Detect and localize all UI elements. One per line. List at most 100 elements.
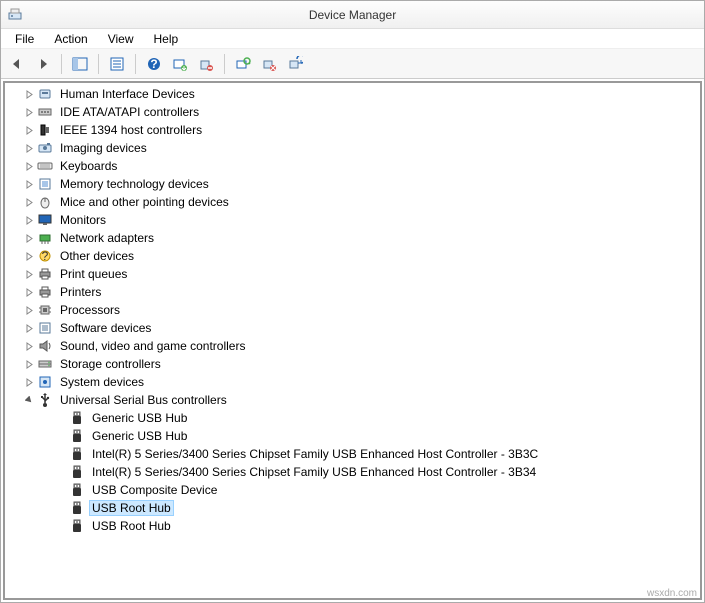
tree-device[interactable]: USB Root Hub xyxy=(5,499,700,517)
tree-device[interactable]: Intel(R) 5 Series/3400 Series Chipset Fa… xyxy=(5,445,700,463)
tree-label: USB Root Hub xyxy=(89,518,174,534)
tree-category[interactable]: IEEE 1394 host controllers xyxy=(5,121,700,139)
device-category-icon xyxy=(37,158,53,174)
tree-category[interactable]: Imaging devices xyxy=(5,139,700,157)
tree-label: Monitors xyxy=(57,212,109,228)
tree-category[interactable]: Mice and other pointing devices xyxy=(5,193,700,211)
spacer xyxy=(55,484,67,496)
menubar: File Action View Help xyxy=(1,29,704,49)
separator xyxy=(98,54,99,74)
collapse-icon[interactable] xyxy=(23,394,35,406)
device-category-icon xyxy=(37,338,53,354)
back-button[interactable] xyxy=(5,52,29,76)
tree-label: Universal Serial Bus controllers xyxy=(57,392,230,408)
expand-icon[interactable] xyxy=(23,250,35,262)
expand-icon[interactable] xyxy=(23,160,35,172)
expand-icon[interactable] xyxy=(23,178,35,190)
tree-label: Generic USB Hub xyxy=(89,428,190,444)
tree-label: Print queues xyxy=(57,266,130,282)
tree-label: Generic USB Hub xyxy=(89,410,190,426)
tree-category[interactable]: Keyboards xyxy=(5,157,700,175)
show-hide-tree-button[interactable] xyxy=(68,52,92,76)
update-driver-button[interactable] xyxy=(168,52,192,76)
tree-label: Software devices xyxy=(57,320,154,336)
tree-label: IEEE 1394 host controllers xyxy=(57,122,205,138)
expand-icon[interactable] xyxy=(23,340,35,352)
menu-action[interactable]: Action xyxy=(44,30,97,48)
tree-category[interactable]: Sound, video and game controllers xyxy=(5,337,700,355)
tree-category[interactable]: Memory technology devices xyxy=(5,175,700,193)
tree-category[interactable]: ?Other devices xyxy=(5,247,700,265)
tree-category[interactable]: Printers xyxy=(5,283,700,301)
tree-category[interactable]: Human Interface Devices xyxy=(5,85,700,103)
spacer xyxy=(55,430,67,442)
uninstall-button[interactable] xyxy=(194,52,218,76)
menu-view[interactable]: View xyxy=(98,30,144,48)
tree-device[interactable]: USB Root Hub xyxy=(5,517,700,535)
titlebar: Device Manager xyxy=(1,1,704,29)
tree-device[interactable]: Intel(R) 5 Series/3400 Series Chipset Fa… xyxy=(5,463,700,481)
expand-icon[interactable] xyxy=(23,106,35,118)
expand-icon[interactable] xyxy=(23,88,35,100)
expand-icon[interactable] xyxy=(23,358,35,370)
window-title: Device Manager xyxy=(1,8,704,22)
menu-help[interactable]: Help xyxy=(144,30,189,48)
tree-device[interactable]: Generic USB Hub xyxy=(5,409,700,427)
add-legacy-button[interactable] xyxy=(283,52,307,76)
tree-category[interactable]: Processors xyxy=(5,301,700,319)
tree-category-usb[interactable]: Universal Serial Bus controllers xyxy=(5,391,700,409)
usb-device-icon xyxy=(69,464,85,480)
expand-icon[interactable] xyxy=(23,304,35,316)
device-category-icon xyxy=(37,374,53,390)
spacer xyxy=(55,520,67,532)
tree-category[interactable]: Software devices xyxy=(5,319,700,337)
properties-button[interactable] xyxy=(105,52,129,76)
device-category-icon: ? xyxy=(37,248,53,264)
tree-label: Storage controllers xyxy=(57,356,164,372)
tree-device[interactable]: USB Composite Device xyxy=(5,481,700,499)
forward-button[interactable] xyxy=(31,52,55,76)
usb-device-icon xyxy=(69,482,85,498)
device-category-icon xyxy=(37,122,53,138)
usb-device-icon xyxy=(69,518,85,534)
expand-icon[interactable] xyxy=(23,124,35,136)
tree-label: Human Interface Devices xyxy=(57,86,198,102)
expand-icon[interactable] xyxy=(23,286,35,298)
disable-button[interactable] xyxy=(257,52,281,76)
tree-label: Imaging devices xyxy=(57,140,150,156)
tree-label: System devices xyxy=(57,374,147,390)
tree-label: Memory technology devices xyxy=(57,176,212,192)
tree-category[interactable]: IDE ATA/ATAPI controllers xyxy=(5,103,700,121)
expand-icon[interactable] xyxy=(23,214,35,226)
tree-category[interactable]: Print queues xyxy=(5,265,700,283)
expand-icon[interactable] xyxy=(23,268,35,280)
tree-category[interactable]: Storage controllers xyxy=(5,355,700,373)
tree-category[interactable]: Monitors xyxy=(5,211,700,229)
tree-label: USB Root Hub xyxy=(89,500,174,516)
separator xyxy=(135,54,136,74)
tree-label: IDE ATA/ATAPI controllers xyxy=(57,104,202,120)
spacer xyxy=(55,502,67,514)
spacer xyxy=(55,412,67,424)
tree-device[interactable]: Generic USB Hub xyxy=(5,427,700,445)
help-button[interactable]: ? xyxy=(142,52,166,76)
tree-category[interactable]: System devices xyxy=(5,373,700,391)
device-category-icon xyxy=(37,284,53,300)
device-category-icon xyxy=(37,356,53,372)
tree-label: Mice and other pointing devices xyxy=(57,194,232,210)
expand-icon[interactable] xyxy=(23,142,35,154)
device-category-icon xyxy=(37,212,53,228)
expand-icon[interactable] xyxy=(23,322,35,334)
expand-icon[interactable] xyxy=(23,376,35,388)
usb-device-icon xyxy=(69,410,85,426)
expand-icon[interactable] xyxy=(23,232,35,244)
menu-file[interactable]: File xyxy=(5,30,44,48)
separator xyxy=(61,54,62,74)
usb-device-icon xyxy=(69,446,85,462)
device-category-icon xyxy=(37,104,53,120)
device-category-icon xyxy=(37,320,53,336)
device-tree[interactable]: Human Interface Devices IDE ATA/ATAPI con… xyxy=(3,81,702,600)
expand-icon[interactable] xyxy=(23,196,35,208)
tree-category[interactable]: Network adapters xyxy=(5,229,700,247)
scan-button[interactable] xyxy=(231,52,255,76)
